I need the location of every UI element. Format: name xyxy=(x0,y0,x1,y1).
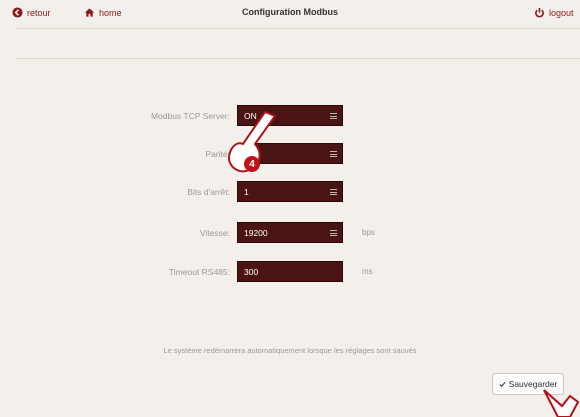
menu-icon xyxy=(330,189,337,195)
stop-bits-select[interactable]: 1 xyxy=(237,181,343,202)
timeout-unit: ms xyxy=(362,267,373,276)
menu-icon xyxy=(330,113,337,119)
speed-select[interactable]: 19200 xyxy=(237,222,343,243)
logout-label: logout xyxy=(549,7,574,18)
restart-note: Le système redémarrera automatiquement l… xyxy=(163,346,417,355)
timeout-input[interactable]: 300 xyxy=(237,261,343,282)
step-badge: 4 xyxy=(244,156,260,172)
check-icon xyxy=(499,381,506,387)
timeout-label: Timeout RS485: xyxy=(168,267,230,277)
speed-label: Vitesse: xyxy=(199,228,230,238)
form-row-modbus-tcp: Modbus TCP Server: ON xyxy=(0,105,580,127)
power-icon xyxy=(535,7,544,18)
menu-icon xyxy=(330,151,337,157)
page-title: Configuration Modbus xyxy=(242,7,338,17)
pointing-hand-icon xyxy=(543,389,580,417)
form-row-timeout: Timeout RS485: 300 ms xyxy=(0,261,580,283)
form-row-stop-bits: Bits d'arrêt: 1 xyxy=(0,181,580,203)
top-bar: retour home Configuration Modbus logout xyxy=(0,0,580,26)
speed-unit: bps xyxy=(362,228,375,237)
modbus-tcp-label: Modbus TCP Server: xyxy=(150,111,230,121)
stop-bits-label: Bits d'arrêt: xyxy=(187,187,230,197)
timeout-value: 300 xyxy=(244,266,259,277)
form-row-parity: Parité: xyxy=(0,143,580,165)
header-divider xyxy=(16,28,580,29)
logout-link[interactable]: logout xyxy=(534,7,574,18)
menu-icon xyxy=(330,230,337,236)
form-row-speed: Vitesse: 19200 bps xyxy=(0,222,580,244)
stop-bits-value: 1 xyxy=(244,186,249,197)
section-divider xyxy=(16,58,580,59)
speed-value: 19200 xyxy=(244,227,268,238)
